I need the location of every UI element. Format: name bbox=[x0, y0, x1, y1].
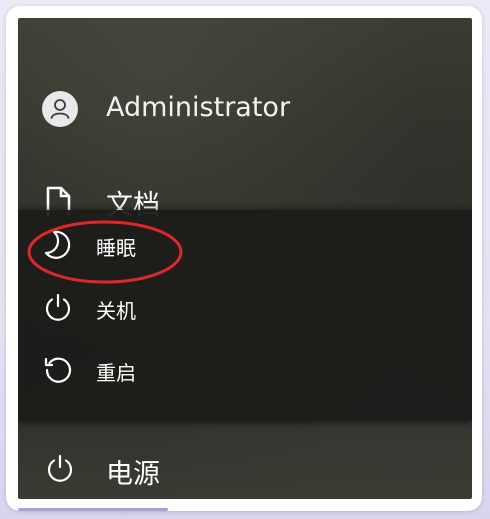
moon-icon bbox=[42, 228, 74, 260]
user-account-button[interactable]: Administrator bbox=[18, 86, 472, 130]
power-label: 电源 bbox=[106, 459, 160, 490]
bottom-accent-bar bbox=[18, 508, 168, 511]
power-button[interactable]: 电源 bbox=[18, 446, 472, 490]
user-name-label: Administrator bbox=[106, 92, 291, 123]
start-menu-left-panel: Administrator 文档 睡眠 关机 重启 电源 bbox=[18, 18, 472, 499]
sleep-label: 睡眠 bbox=[96, 236, 136, 260]
restart-icon bbox=[42, 353, 74, 385]
restart-menu-item[interactable]: 重启 bbox=[18, 347, 472, 391]
user-avatar-icon bbox=[42, 91, 78, 127]
shutdown-menu-item[interactable]: 关机 bbox=[18, 285, 472, 329]
power-icon bbox=[44, 452, 76, 484]
sleep-menu-item[interactable]: 睡眠 bbox=[18, 222, 472, 266]
shutdown-label: 关机 bbox=[96, 299, 136, 323]
power-icon bbox=[42, 291, 74, 323]
restart-label: 重启 bbox=[96, 361, 136, 385]
power-options-flyout: 睡眠 关机 重启 bbox=[18, 210, 472, 421]
